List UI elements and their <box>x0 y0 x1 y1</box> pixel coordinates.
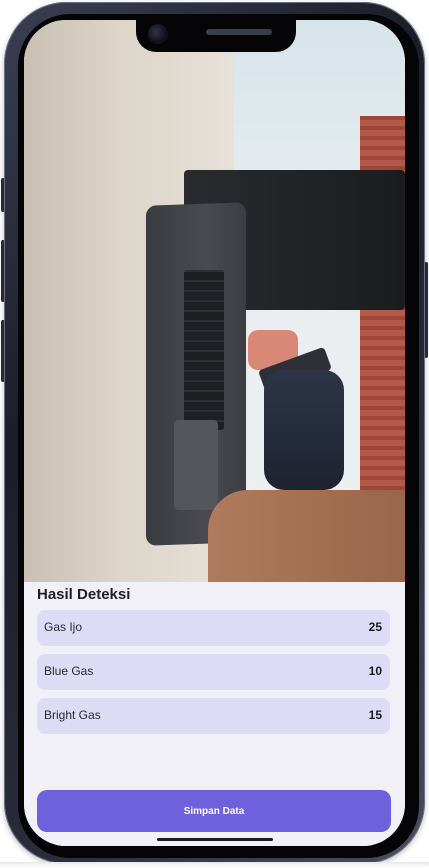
result-row-bright-gas: Bright Gas 15 <box>37 698 390 734</box>
preview-person <box>264 370 344 490</box>
results-title: Hasil Deteksi <box>37 586 131 603</box>
result-row-blue-gas: Blue Gas 10 <box>37 654 390 690</box>
result-name: Bright Gas <box>44 708 101 722</box>
results-panel: Hasil Deteksi Gas Ijo 25 Blue Gas 10 Bri… <box>24 582 405 846</box>
home-indicator[interactable] <box>157 838 273 841</box>
app-screen: Hasil Deteksi Gas Ijo 25 Blue Gas 10 Bri… <box>24 20 405 846</box>
earpiece-speaker <box>206 29 272 35</box>
camera-preview[interactable] <box>24 20 405 582</box>
preview-touchpad <box>174 420 218 510</box>
preview-arm <box>208 490 405 582</box>
page: Hasil Deteksi Gas Ijo 25 Blue Gas 10 Bri… <box>0 0 429 868</box>
result-count: 25 <box>368 620 382 634</box>
preview-keyboard <box>184 270 224 430</box>
front-camera-icon <box>148 24 168 44</box>
result-row-gas-ijo: Gas Ijo 25 <box>37 610 390 646</box>
base-shadow <box>0 862 429 868</box>
save-data-button[interactable]: Simpan Data <box>37 790 391 832</box>
result-count: 10 <box>368 664 382 678</box>
result-count: 15 <box>368 708 382 722</box>
result-name: Blue Gas <box>44 664 94 678</box>
result-name: Gas Ijo <box>44 620 83 634</box>
